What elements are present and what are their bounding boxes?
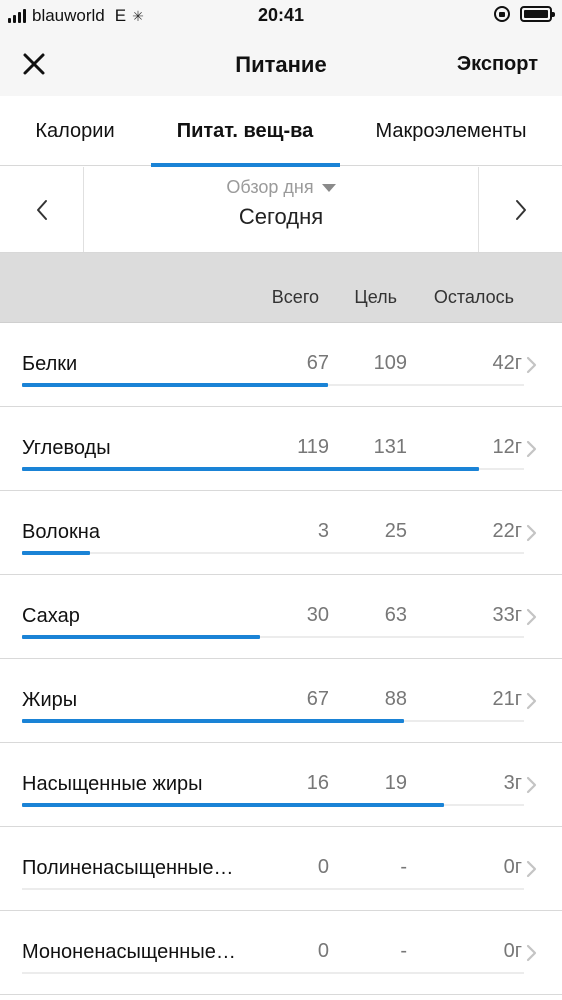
close-button[interactable] bbox=[16, 46, 52, 82]
nutrient-name: Волокна bbox=[22, 521, 100, 543]
progress-track bbox=[22, 803, 524, 807]
nutrient-remaining: 0г bbox=[503, 856, 522, 878]
progress-track bbox=[22, 467, 524, 471]
nutrient-row[interactable]: Углеводы 119 131 12г bbox=[0, 407, 562, 491]
chevron-right-icon bbox=[515, 199, 526, 220]
nutrient-goal: 131 bbox=[373, 436, 407, 458]
nutrient-total: 119 bbox=[297, 436, 329, 458]
nutrient-name: Сахар bbox=[22, 605, 80, 627]
column-header: Всего Цель Осталось bbox=[0, 253, 562, 323]
nutrient-row[interactable]: Жиры 67 88 21г bbox=[0, 659, 562, 743]
progress-bar bbox=[22, 467, 479, 471]
status-right bbox=[494, 6, 555, 22]
nutrient-row[interactable]: Белки 67 109 42г bbox=[0, 323, 562, 407]
progress-track bbox=[22, 383, 524, 387]
progress-bar bbox=[22, 803, 444, 807]
nutrient-total: 3 bbox=[317, 520, 329, 542]
nutrient-goal: - bbox=[400, 940, 407, 962]
progress-bar bbox=[22, 635, 261, 639]
nutrient-name: Белки bbox=[22, 353, 78, 375]
chevron-right-icon bbox=[526, 608, 537, 626]
nutrient-goal: 109 bbox=[373, 352, 407, 374]
progress-bar bbox=[22, 719, 404, 723]
status-time: 20:41 bbox=[257, 5, 305, 25]
progress-track bbox=[22, 635, 524, 639]
nutrient-row[interactable]: Полиненасыщенные… 0 - 0г bbox=[0, 827, 562, 911]
column-total: Всего bbox=[271, 287, 319, 307]
nutrient-list: Белки 67 109 42г Углеводы 119 131 12г Во… bbox=[0, 323, 562, 995]
battery-icon bbox=[520, 6, 555, 22]
nutrient-name: Углеводы bbox=[22, 437, 111, 459]
column-goal: Цель bbox=[354, 287, 397, 307]
nutrient-row[interactable]: Насыщенные жиры 16 19 3г bbox=[0, 743, 562, 827]
close-icon bbox=[23, 53, 45, 75]
nutrient-goal: 63 bbox=[384, 604, 407, 626]
nutrient-remaining: 22г bbox=[492, 520, 522, 542]
nutrient-remaining: 33г bbox=[492, 604, 522, 626]
progress-track bbox=[22, 551, 524, 555]
nutrient-row[interactable]: Волокна 3 25 22г bbox=[0, 491, 562, 575]
nutrient-name: Мононенасыщенные… bbox=[22, 941, 236, 963]
progress-track bbox=[22, 888, 524, 890]
nutrient-row[interactable]: Сахар 30 63 33г bbox=[0, 575, 562, 659]
tab-macros[interactable]: Макроэлементы bbox=[340, 96, 562, 166]
tab-nutrients[interactable]: Питат. вещ-ва bbox=[150, 96, 340, 166]
nutrient-total: 67 bbox=[306, 688, 329, 710]
nutrient-goal: 25 bbox=[384, 520, 407, 542]
nutrient-name: Насыщенные жиры bbox=[22, 773, 203, 795]
nutrient-remaining: 12г bbox=[492, 436, 522, 458]
view-mode-label: Обзор дня bbox=[226, 177, 314, 197]
caret-down-icon bbox=[321, 183, 336, 192]
nutrient-total: 16 bbox=[306, 772, 329, 794]
nutrient-goal: 88 bbox=[384, 688, 407, 710]
date-navigator: Обзор дня Сегодня bbox=[0, 167, 562, 253]
progress-bar bbox=[22, 551, 90, 555]
chevron-right-icon bbox=[526, 776, 537, 794]
next-day-button[interactable] bbox=[478, 167, 562, 252]
view-mode-selector[interactable]: Обзор дня bbox=[226, 177, 336, 198]
progress-bar bbox=[22, 383, 329, 387]
nutrient-row[interactable]: Мононенасыщенные… 0 - 0г bbox=[0, 911, 562, 995]
nutrient-total: 0 bbox=[317, 856, 329, 878]
nutrient-total: 67 bbox=[306, 352, 329, 374]
chevron-right-icon bbox=[526, 692, 537, 710]
chevron-right-icon bbox=[526, 524, 537, 542]
chevron-left-icon bbox=[36, 199, 47, 220]
nutrient-goal: 19 bbox=[384, 772, 407, 794]
chevron-right-icon bbox=[526, 440, 537, 458]
rotation-lock-icon bbox=[494, 6, 510, 22]
nutrient-remaining: 21г bbox=[492, 688, 522, 710]
nav-bar: Питание Экспорт bbox=[0, 32, 562, 96]
column-remaining: Осталось bbox=[433, 287, 514, 307]
tab-bar: Калории Питат. вещ-ва Макроэлементы bbox=[0, 96, 562, 166]
export-button[interactable]: Экспорт bbox=[457, 53, 538, 76]
current-date: Сегодня bbox=[238, 204, 324, 229]
nutrient-goal: - bbox=[400, 856, 407, 878]
nutrient-name: Полиненасыщенные… bbox=[22, 857, 234, 879]
chevron-right-icon bbox=[526, 356, 537, 374]
nutrient-name: Жиры bbox=[22, 689, 78, 711]
progress-track bbox=[22, 719, 524, 723]
tab-calories[interactable]: Калории bbox=[0, 96, 150, 166]
nutrient-total: 30 bbox=[306, 604, 329, 626]
chevron-right-icon bbox=[526, 860, 537, 878]
nutrient-remaining: 42г bbox=[492, 352, 522, 374]
nutrient-remaining: 3г bbox=[503, 772, 522, 794]
date-selector[interactable]: Обзор дня Сегодня bbox=[84, 167, 478, 252]
status-bar: blauworld E ✳ 20:41 bbox=[0, 0, 562, 32]
chevron-right-icon bbox=[526, 944, 537, 962]
progress-track bbox=[22, 972, 524, 974]
nutrient-total: 0 bbox=[317, 940, 329, 962]
nutrient-remaining: 0г bbox=[503, 940, 522, 962]
previous-day-button[interactable] bbox=[0, 167, 84, 252]
